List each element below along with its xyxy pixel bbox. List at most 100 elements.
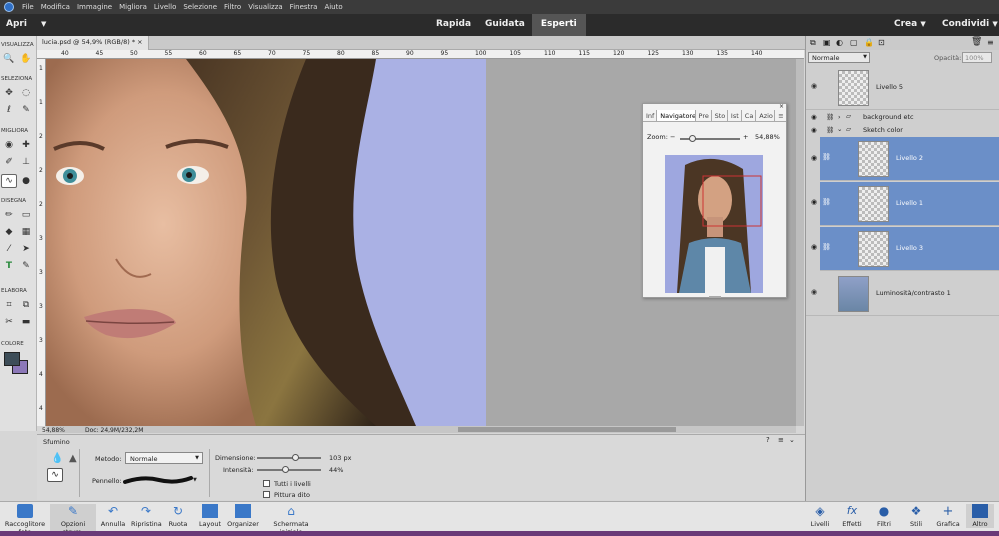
smudge-tool-option-icon[interactable]: ∿ <box>47 468 63 482</box>
chevron-down-icon[interactable]: ▼ <box>193 477 197 483</box>
recompose-icon[interactable]: ⧉ <box>20 300 32 311</box>
intensita-slider-knob[interactable] <box>282 466 290 473</box>
menu-file[interactable]: File <box>22 3 34 11</box>
tab-campioni[interactable]: Ca <box>742 110 757 121</box>
tab-info[interactable]: Inf <box>643 110 658 121</box>
intensita-value[interactable]: 44% <box>329 466 343 474</box>
straighten-icon[interactable]: ▬ <box>20 317 32 328</box>
zoom-in-button[interactable]: + <box>743 133 748 141</box>
group-sketch-color[interactable]: ◉ ⛓ ⌄ ▱ Sketch color <box>806 125 999 137</box>
close-icon[interactable]: × <box>779 103 784 110</box>
zoom-slider-knob[interactable] <box>689 135 696 142</box>
menu-finestra[interactable]: Finestra <box>290 3 318 11</box>
zoom-icon[interactable]: 🔍 <box>3 54 15 65</box>
panel-menu-icon[interactable]: ≡ <box>775 110 786 121</box>
layer-livello-5[interactable]: ◉ Livello 5 <box>806 66 999 110</box>
spot-heal-icon[interactable]: ✚ <box>20 140 32 151</box>
sharpen-icon[interactable]: ▲ <box>69 453 77 464</box>
layer-livello-1[interactable]: ⛓ Livello 1 <box>820 182 999 226</box>
zoom-slider[interactable] <box>680 135 740 142</box>
help-icon[interactable]: ? <box>766 436 770 444</box>
hand-icon[interactable]: ✋ <box>20 54 32 65</box>
panel-menu-icon[interactable]: ≡ <box>987 38 994 47</box>
menu-immagine[interactable]: Immagine <box>77 3 112 11</box>
dimensione-value[interactable]: 103 px <box>329 454 351 462</box>
brush-preview[interactable] <box>123 474 193 486</box>
tutti-livelli-checkbox[interactable] <box>263 480 270 487</box>
eye-icon[interactable]: ◉ <box>811 113 817 121</box>
ruota-button[interactable]: ↻ Ruota <box>164 504 192 528</box>
dimensione-slider-knob[interactable] <box>292 454 300 461</box>
eye-icon[interactable]: ◉ <box>811 288 817 296</box>
menu-aiuto[interactable]: Aiuto <box>324 3 342 11</box>
new-group-icon[interactable]: ▣ <box>823 38 831 47</box>
close-icon[interactable]: × <box>137 38 142 46</box>
paint-bucket-icon[interactable]: ◆ <box>3 227 15 238</box>
foreground-color-swatch[interactable] <box>4 352 20 366</box>
menu-modifica[interactable]: Modifica <box>41 3 70 11</box>
grafica-button[interactable]: + Grafica <box>934 504 962 528</box>
open-button[interactable]: Apri ▼ <box>6 19 46 29</box>
new-layer-icon[interactable]: ⧉ <box>810 38 816 48</box>
mode-guidata[interactable]: Guidata <box>478 14 532 36</box>
vertical-scrollbar[interactable] <box>796 59 804 426</box>
organizer-button[interactable]: Organizer <box>226 504 260 528</box>
pencil-icon[interactable]: ✎ <box>20 261 32 272</box>
pittura-dito-checkbox[interactable] <box>263 491 270 498</box>
group-background-etc[interactable]: ◉ ⛓ › ▱ background etc <box>806 112 999 124</box>
chevron-down-icon[interactable]: ⌄ <box>837 125 842 133</box>
lock-icon[interactable]: 🔒 <box>864 38 874 47</box>
portrait-image[interactable] <box>46 59 486 426</box>
crea-button[interactable]: Crea ▼ <box>894 19 926 29</box>
tab-istogramma[interactable]: Ist <box>728 110 742 121</box>
annulla-button[interactable]: ↶ Annulla <box>98 504 128 528</box>
eye-icon[interactable]: ◉ <box>811 198 817 206</box>
menu-visualizza[interactable]: Visualizza <box>248 3 282 11</box>
chevron-right-icon[interactable]: › <box>838 113 841 121</box>
filtri-button[interactable]: ● Filtri <box>870 504 898 528</box>
layer-luminosita-contrasto[interactable]: ◉ Luminosità/contrasto 1 <box>806 272 999 316</box>
stamp-icon[interactable]: ⊥ <box>20 157 32 168</box>
mask-icon[interactable]: ▢ <box>850 38 858 47</box>
menu-filtro[interactable]: Filtro <box>224 3 241 11</box>
tab-storia[interactable]: Sto <box>712 110 728 121</box>
document-tab[interactable]: lucia.psd @ 54,9% (RGB/8) * × <box>37 36 149 50</box>
content-move-icon[interactable]: ✂ <box>3 317 15 328</box>
blend-mode-select[interactable]: Normale ▼ <box>808 52 870 63</box>
layout-button[interactable]: Layout <box>196 504 224 528</box>
type-icon[interactable]: T <box>3 261 15 272</box>
dimensione-slider[interactable] <box>257 454 321 461</box>
options-menu-icon[interactable]: ≡ <box>778 436 784 444</box>
tab-azioni[interactable]: Azio <box>756 110 776 121</box>
eye-icon[interactable]: ◉ <box>811 154 817 162</box>
menu-selezione[interactable]: Selezione <box>183 3 217 11</box>
opacity-field[interactable]: 100% <box>962 52 992 63</box>
zoom-out-button[interactable]: − <box>670 133 675 141</box>
altro-button[interactable]: Altro <box>966 504 994 528</box>
menu-migliora[interactable]: Migliora <box>119 3 147 11</box>
lock-all-icon[interactable]: ⊡ <box>878 38 885 47</box>
eye-icon[interactable]: ◉ <box>811 126 817 134</box>
effetti-button[interactable]: fx Effetti <box>838 504 866 528</box>
layer-livello-3[interactable]: ⛓ Livello 3 <box>820 227 999 271</box>
sponge-icon[interactable]: ● <box>20 176 32 187</box>
intensita-slider[interactable] <box>257 466 321 473</box>
tab-preset[interactable]: Pre <box>696 110 712 121</box>
eye-redeye-icon[interactable]: ◉ <box>3 140 15 151</box>
lasso-icon[interactable]: ℓ <box>3 105 15 116</box>
move-icon[interactable]: ✥ <box>3 88 15 99</box>
marquee-icon[interactable]: ◌ <box>20 88 32 99</box>
quick-select-icon[interactable]: ✎ <box>20 105 32 116</box>
tab-navigatore[interactable]: Navigatore <box>657 110 696 121</box>
zoom-status[interactable]: 54,88% <box>42 427 65 434</box>
eraser-icon[interactable]: ▭ <box>20 210 32 221</box>
mode-esperti[interactable]: Esperti <box>531 14 586 36</box>
crop-icon[interactable]: ⌗ <box>3 300 15 311</box>
layer-livello-2[interactable]: ⛓ Livello 2 <box>820 137 999 181</box>
eye-icon[interactable]: ◉ <box>811 243 817 251</box>
smart-brush-icon[interactable]: ✐ <box>3 157 15 168</box>
collapse-icon[interactable]: ⌄ <box>789 436 795 444</box>
smudge-drop-icon[interactable]: 💧 <box>51 453 63 464</box>
metodo-select[interactable]: Normale ▼ <box>125 452 203 464</box>
ripristina-button[interactable]: ↷ Ripristina <box>131 504 162 528</box>
